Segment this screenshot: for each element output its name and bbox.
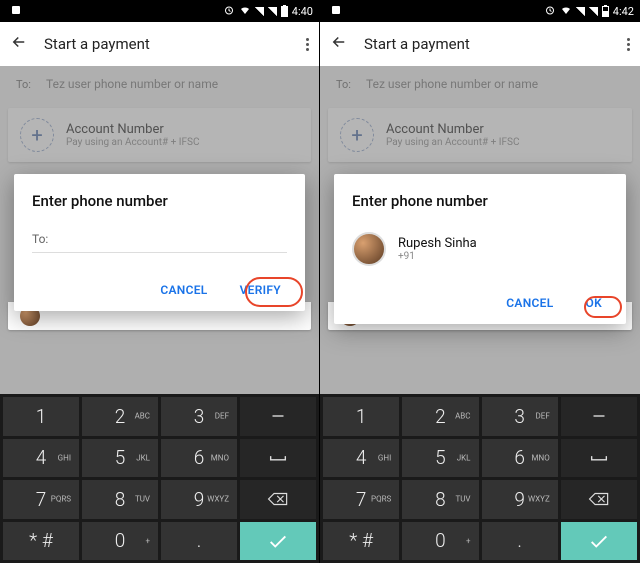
key-9[interactable]: 9WXYZ [161, 480, 237, 519]
key-6[interactable]: 6MNO [161, 439, 237, 478]
alarm-icon [544, 4, 556, 19]
back-icon[interactable] [330, 33, 348, 55]
status-bar: 4:42 [320, 0, 640, 22]
app-bar: Start a payment [0, 22, 319, 66]
ok-button[interactable]: OK [580, 292, 608, 314]
dialog-title: Enter phone number [352, 192, 608, 210]
signal-icon [255, 7, 264, 16]
to-label: To: [32, 232, 48, 246]
key-enter[interactable] [561, 522, 637, 561]
contact-row[interactable]: Rupesh Sinha +91 [352, 232, 608, 266]
key-2[interactable]: 2ABC [82, 397, 158, 436]
notification-icon [326, 4, 342, 19]
app-bar: Start a payment [320, 22, 640, 66]
key-1[interactable]: 1 [323, 397, 399, 436]
key-2[interactable]: 2ABC [402, 397, 478, 436]
key-[interactable]: . [482, 522, 558, 561]
key-1[interactable]: 1 [3, 397, 79, 436]
key-0[interactable]: 0+ [402, 522, 478, 561]
alarm-icon [223, 4, 235, 19]
key-8[interactable]: 8TUV [402, 480, 478, 519]
clock-text: 4:40 [292, 5, 313, 18]
dialog-input-row[interactable]: To: [32, 232, 287, 253]
key-7[interactable]: 7PQRS [3, 480, 79, 519]
key-4[interactable]: 4GHI [323, 439, 399, 478]
dialog-actions: CANCEL VERIFY [32, 279, 287, 301]
battery-icon [281, 6, 288, 17]
signal-icon [268, 7, 277, 16]
key-4[interactable]: 4GHI [3, 439, 79, 478]
wifi-icon [560, 4, 572, 19]
content-area: To: Tez user phone number or name + Acco… [320, 66, 640, 394]
key-3[interactable]: 3DEF [161, 397, 237, 436]
key-space[interactable] [240, 439, 316, 478]
key-3[interactable]: 3DEF [482, 397, 558, 436]
key-backspace[interactable] [240, 480, 316, 519]
contact-phone: +91 [398, 251, 477, 262]
dialog-title: Enter phone number [32, 192, 287, 210]
key-dash[interactable] [240, 397, 316, 436]
key-5[interactable]: 5JKL [82, 439, 158, 478]
phone-left: 4:40 Start a payment To: Tez user phone … [0, 0, 320, 563]
key-8[interactable]: 8TUV [82, 480, 158, 519]
battery-icon [602, 6, 609, 17]
key-9[interactable]: 9WXYZ [482, 480, 558, 519]
phone-dialog: Enter phone number Rupesh Sinha +91 CANC… [334, 174, 626, 324]
phone-dialog: Enter phone number To: CANCEL VERIFY [14, 174, 305, 311]
signal-icon [576, 7, 585, 16]
key-dash[interactable] [561, 397, 637, 436]
key-backspace[interactable] [561, 480, 637, 519]
avatar [352, 232, 386, 266]
page-title: Start a payment [44, 35, 290, 53]
verify-button[interactable]: VERIFY [234, 279, 287, 301]
cancel-button[interactable]: CANCEL [154, 279, 213, 301]
overflow-menu-icon[interactable] [306, 38, 309, 51]
dialog-actions: CANCEL OK [352, 292, 608, 314]
phone-right: 4:42 Start a payment To: Tez user phone … [320, 0, 640, 563]
key-5[interactable]: 5JKL [402, 439, 478, 478]
cancel-button[interactable]: CANCEL [500, 292, 559, 314]
overflow-menu-icon[interactable] [627, 38, 630, 51]
status-bar: 4:40 [0, 0, 319, 22]
key-enter[interactable] [240, 522, 316, 561]
wifi-icon [239, 4, 251, 19]
key-[interactable]: * # [3, 522, 79, 561]
numeric-keypad-right: 12ABC3DEF 4GHI5JKL6MNO 7PQRS8TUV9WXYZ * #0+… [320, 394, 640, 563]
key-[interactable]: * # [323, 522, 399, 561]
signal-icon [589, 7, 598, 16]
clock-text: 4:42 [613, 5, 634, 18]
key-6[interactable]: 6MNO [482, 439, 558, 478]
key-0[interactable]: 0+ [82, 522, 158, 561]
key-[interactable]: . [161, 522, 237, 561]
back-icon[interactable] [10, 33, 28, 55]
numeric-keypad-left: 12ABC3DEF 4GHI5JKL6MNO 7PQRS8TUV9WXYZ * #0+… [0, 394, 319, 563]
page-title: Start a payment [364, 35, 611, 53]
key-7[interactable]: 7PQRS [323, 480, 399, 519]
content-area: To: Tez user phone number or name + Acco… [0, 66, 319, 394]
key-space[interactable] [561, 439, 637, 478]
notification-icon [6, 4, 22, 19]
contact-name: Rupesh Sinha [398, 236, 477, 251]
